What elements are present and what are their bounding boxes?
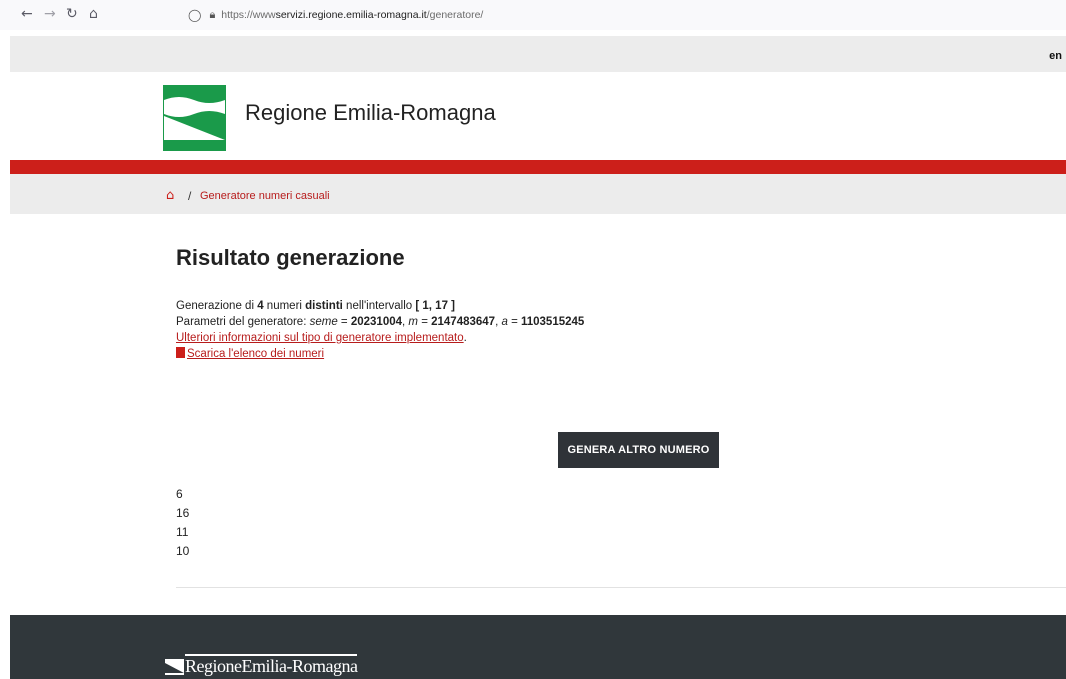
- distinct-label: distinti: [305, 300, 343, 312]
- breadcrumb-link-generatore[interactable]: Generatore numeri casuali: [200, 190, 330, 202]
- generator-params: Parametri del generatore: seme = 2023100…: [176, 316, 585, 328]
- result-info: Generazione di 4 numeri distinti nell'in…: [176, 300, 585, 360]
- accent-bar: [10, 160, 1066, 174]
- lock-icon: 🔒︎: [209, 8, 216, 21]
- home-nav-icon[interactable]: ⌂: [89, 6, 98, 22]
- pdf-file-icon: [176, 347, 185, 358]
- regione-logo-graphic: [164, 86, 225, 150]
- seed-value: 20231004: [350, 316, 403, 328]
- footer-logo[interactable]: RegioneEmilia-Romagna: [165, 645, 358, 676]
- modulus-value: 2147483647: [431, 316, 496, 328]
- footer-logo-text: RegioneEmilia-Romagna: [185, 654, 358, 676]
- url-bar[interactable]: ◯ 🔒︎ https://www servizi.regione.emilia-r…: [188, 5, 483, 25]
- number-list: 6 16 11 10: [176, 485, 189, 561]
- home-icon[interactable]: ⌂: [166, 189, 174, 202]
- generator-info-link[interactable]: Ulteriori informazioni sul tipo di gener…: [176, 332, 464, 344]
- list-item: 6: [176, 487, 183, 501]
- multiplier-value: 1103515245: [520, 316, 585, 328]
- left-margin: [0, 30, 10, 679]
- forward-arrow-icon[interactable]: →: [44, 6, 56, 22]
- list-item: 11: [176, 525, 189, 539]
- shield-icon: ◯: [188, 8, 202, 22]
- footer-logo-mark: [165, 659, 184, 675]
- url-host: servizi.regione.emilia-romagna.it: [275, 9, 427, 21]
- top-strip: en: [10, 36, 1066, 72]
- interval-range: [ 1, 17 ]: [415, 300, 456, 312]
- browser-toolbar: ← → ↻ ⌂ ◯ 🔒︎ https://www servizi.regione.…: [0, 0, 1066, 30]
- download-list-link[interactable]: Scarica l'elenco dei numeri: [187, 348, 324, 360]
- generate-another-button[interactable]: GENERA ALTRO NUMERO: [558, 432, 719, 468]
- breadcrumb-separator: /: [188, 189, 192, 203]
- list-item: 16: [176, 506, 190, 520]
- list-item: 10: [176, 544, 190, 558]
- url-path: /generatore/: [426, 9, 484, 21]
- page-title: Risultato generazione: [176, 245, 405, 270]
- divider: [176, 587, 1066, 588]
- language-switch[interactable]: en: [1049, 50, 1062, 62]
- site-title[interactable]: Regione Emilia-Romagna: [245, 100, 496, 126]
- url-prefix: https://www: [221, 9, 276, 21]
- back-arrow-icon[interactable]: ←: [21, 6, 33, 22]
- regione-logo[interactable]: [163, 85, 226, 151]
- reload-icon[interactable]: ↻: [66, 6, 78, 22]
- generation-summary: Generazione di 4 numeri distinti nell'in…: [176, 300, 456, 312]
